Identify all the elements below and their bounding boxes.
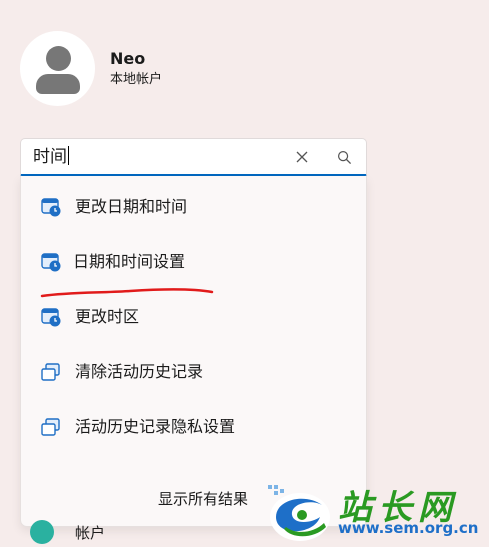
- activity-history-icon: [41, 418, 60, 436]
- suggestion-label: 活动历史记录隐私设置: [75, 417, 236, 436]
- calendar-clock-icon: [41, 253, 61, 272]
- accounts-icon: [30, 520, 54, 544]
- suggestion-change-time-zone[interactable]: 更改时区: [21, 295, 366, 339]
- user-profile[interactable]: Neo 本地帐户: [20, 31, 162, 106]
- watermark: 站长网 www.sem.org.cn: [262, 477, 489, 547]
- show-all-results-link[interactable]: 显示所有结果: [158, 488, 248, 509]
- search-query: 时间: [33, 147, 67, 167]
- suggestion-clear-activity-history[interactable]: 清除活动历史记录: [21, 350, 366, 394]
- suggestion-label: 更改时区: [75, 307, 140, 326]
- avatar[interactable]: [20, 31, 95, 106]
- suggestion-label: 日期和时间设置: [73, 252, 186, 271]
- suggestion-date-time-settings[interactable]: 日期和时间设置: [21, 240, 366, 284]
- profile-text: Neo 本地帐户: [110, 49, 162, 89]
- suggestion-activity-history-privacy[interactable]: 活动历史记录隐私设置: [21, 405, 366, 449]
- calendar-clock-icon: [41, 198, 61, 217]
- watermark-logo-icon: [268, 485, 330, 541]
- nav-item-label: 帐户: [75, 524, 106, 542]
- avatar-head: [46, 46, 71, 71]
- calendar-clock-icon: [41, 308, 61, 327]
- avatar-body: [36, 74, 80, 94]
- red-underline-annotation: [40, 288, 214, 298]
- account-type: 本地帐户: [110, 71, 163, 87]
- suggestion-label: 清除活动历史记录: [75, 362, 204, 381]
- close-icon[interactable]: [294, 149, 310, 165]
- watermark-url: www.sem.org.cn: [338, 519, 479, 537]
- suggestion-change-date-time[interactable]: 更改日期和时间: [21, 185, 366, 229]
- search-box[interactable]: 时间: [20, 138, 367, 176]
- text-caret: [68, 146, 69, 165]
- search-icon[interactable]: [337, 150, 352, 165]
- user-name: Neo: [110, 48, 146, 68]
- search-input[interactable]: 时间: [33, 146, 69, 168]
- suggestion-label: 更改日期和时间: [75, 197, 188, 216]
- activity-history-icon: [41, 363, 60, 381]
- search-suggestions: 更改日期和时间 日期和时间设置 更改时区 清除活动历史记录 活动历史记录隐私设置…: [20, 176, 367, 527]
